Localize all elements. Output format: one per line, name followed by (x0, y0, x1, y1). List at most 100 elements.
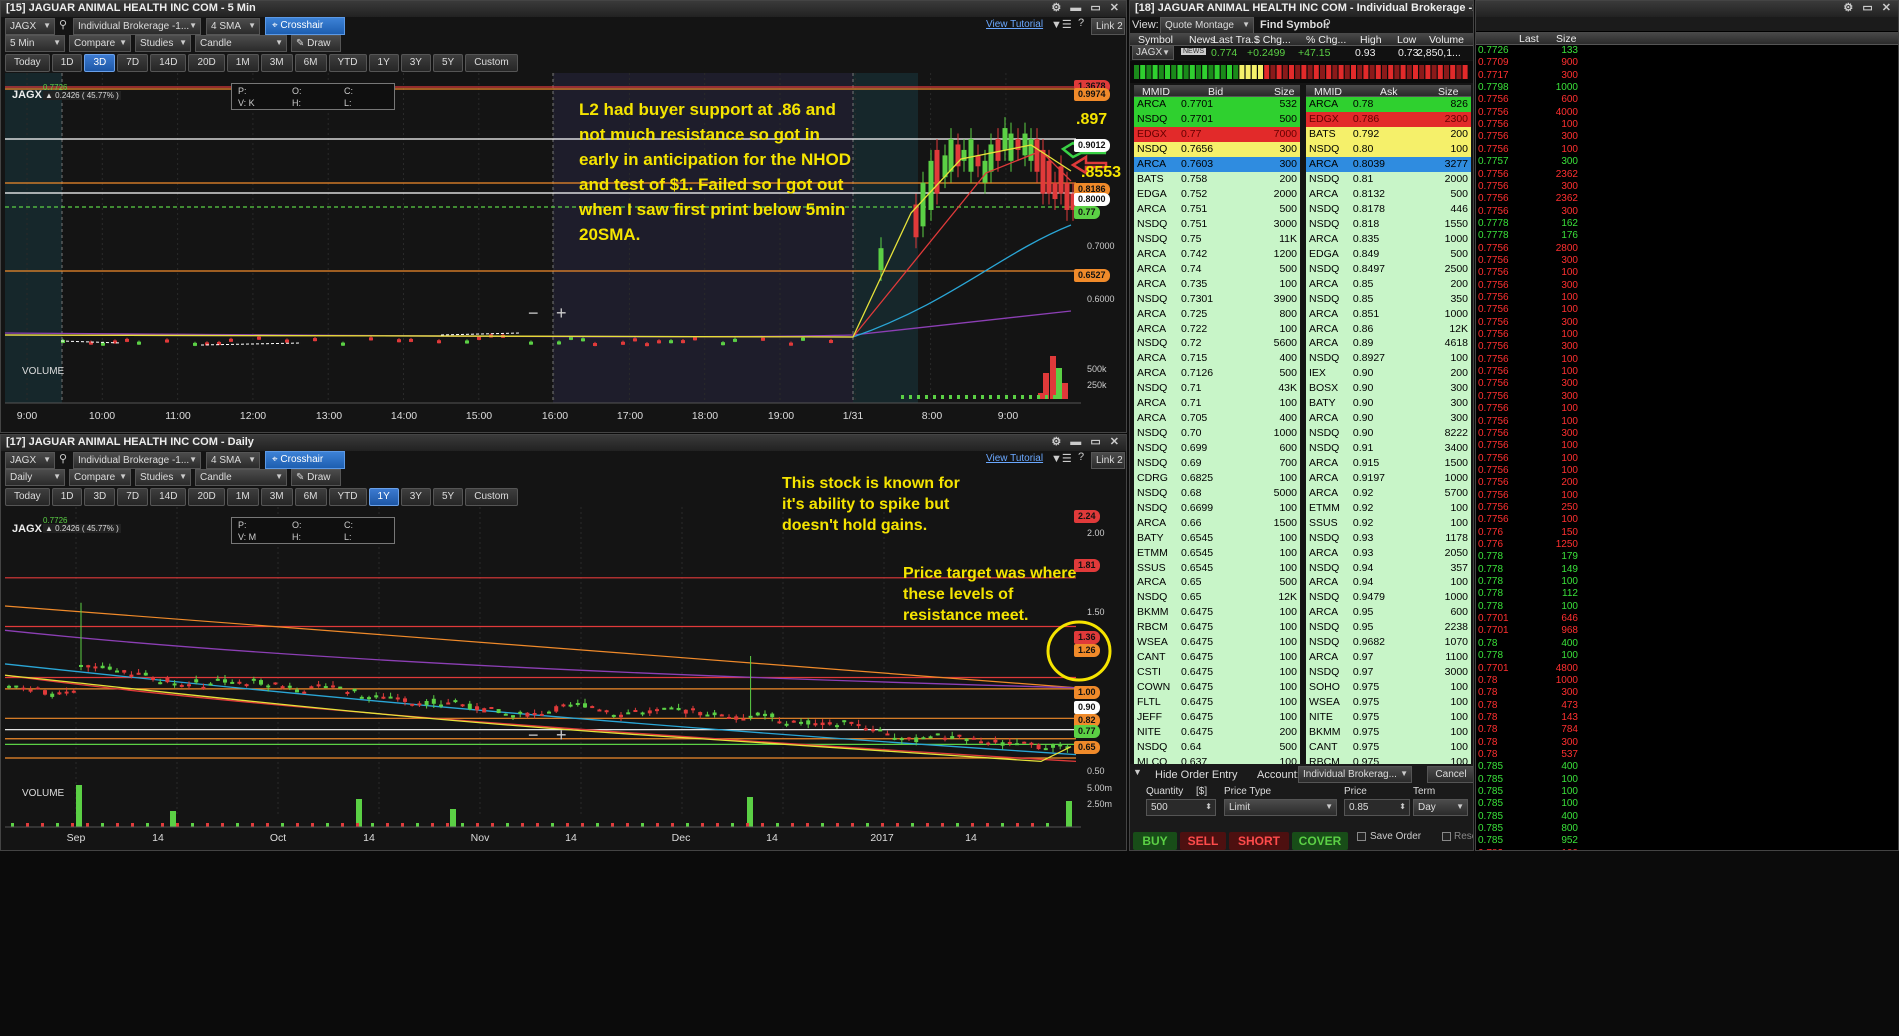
quote-level-row[interactable]: NSDQ 0.7301 3900 (1134, 291, 1300, 307)
range-3y[interactable]: 3Y (400, 54, 431, 72)
quote-col-header[interactable]: High (1360, 34, 1382, 46)
quote-level-row[interactable]: CANT 0.975 100 (1306, 739, 1471, 755)
quote-level-row[interactable]: CANT 0.6475 100 (1134, 649, 1300, 665)
quantity-input[interactable]: 500 ⬍ (1146, 799, 1216, 816)
zoom-in-button[interactable]: + (556, 303, 567, 324)
quote-level-row[interactable]: BOSX 0.90 300 (1306, 380, 1471, 396)
buy-button[interactable]: BUY (1133, 832, 1177, 850)
quote-level-row[interactable]: NSDQ 0.72 5600 (1134, 336, 1300, 351)
quote-level-row[interactable]: ARCA 0.715 400 (1134, 350, 1300, 366)
quote-level-row[interactable]: NSDQ 0.8178 446 (1306, 201, 1471, 217)
quote-col-header[interactable]: Low (1397, 34, 1416, 46)
quote-level-row[interactable]: NSDQ 0.7656 300 (1134, 141, 1300, 157)
range-today[interactable]: Today (5, 488, 50, 506)
quote-level-row[interactable]: NSDQ 0.91 3400 (1306, 440, 1471, 456)
crosshair-button[interactable]: ⌖ Crosshair (265, 451, 345, 469)
short-button[interactable]: SHORT (1229, 832, 1289, 850)
range-1y[interactable]: 1Y (368, 488, 399, 506)
quote-level-row[interactable]: ARCA 0.74 500 (1134, 261, 1300, 277)
chart-style-dropdown[interactable]: Candle ▼ (195, 35, 287, 52)
quote-level-row[interactable]: BATS 0.758 200 (1134, 171, 1300, 187)
dollar-toggle[interactable]: [$] (1196, 786, 1207, 797)
price-input[interactable]: 0.85 ⬍ (1344, 799, 1410, 816)
search-icon[interactable]: ⚲ (59, 18, 67, 31)
save-order-checkbox[interactable] (1357, 832, 1366, 841)
quote-level-row[interactable]: NSDQ 0.75 11K (1134, 231, 1300, 247)
quote-level-row[interactable]: ETMM 0.6545 100 (1134, 545, 1300, 561)
quote-level-row[interactable]: NSDQ 0.8497 2500 (1306, 261, 1471, 277)
quote-level-row[interactable]: ARCA 0.705 400 (1134, 410, 1300, 426)
window-controls[interactable]: ⚙ ▬ ▭ ✕ (1051, 1, 1122, 14)
zoom-in-button[interactable]: + (556, 725, 567, 746)
sell-button[interactable]: SELL (1180, 832, 1226, 850)
quote-level-row[interactable]: BKMM 0.975 100 (1306, 724, 1471, 740)
quote-level-row[interactable]: NITE 0.975 100 (1306, 709, 1471, 725)
symbol-dropdown[interactable]: JAGX ▼ (5, 18, 55, 35)
quote-col-header[interactable]: Volume (1429, 34, 1464, 46)
range-6m[interactable]: 6M (294, 54, 327, 72)
quote-level-row[interactable]: ARCA 0.66 1500 (1134, 515, 1300, 531)
reset-checkbox[interactable] (1442, 832, 1451, 841)
quote-level-row[interactable]: ARCA 0.97 1100 (1306, 649, 1471, 665)
symbol-dropdown[interactable]: JAGX ▼ (5, 452, 55, 469)
quote-col-header[interactable]: $ Chg... (1254, 34, 1291, 46)
price-chart-daily[interactable]: Sep 14 Oct 14 Nov 14 Dec 14 2017 142.001.500.505.… (1, 507, 1126, 851)
quote-level-row[interactable]: ARCA 0.725 800 (1134, 306, 1300, 322)
quote-level-row[interactable]: NSDQ 0.9479 1000 (1306, 589, 1471, 605)
quote-level-row[interactable]: NITE 0.6475 200 (1134, 724, 1300, 740)
crosshair-button[interactable]: ⌖ Crosshair (265, 17, 345, 35)
quote-level-row[interactable]: NSDQ 0.818 1550 (1306, 216, 1471, 232)
quote-col-header[interactable]: News (1189, 34, 1215, 46)
quote-level-row[interactable]: NSDQ 0.80 100 (1306, 141, 1471, 157)
quote-level-row[interactable]: ARCA 0.751 500 (1134, 201, 1300, 217)
menu-icon[interactable]: ▼☰ (1051, 452, 1072, 465)
quote-level-row[interactable]: EDGA 0.849 500 (1306, 246, 1471, 262)
quote-level-row[interactable]: IEX 0.90 200 (1306, 365, 1471, 381)
help-icon[interactable]: ? (1078, 451, 1084, 463)
range-7d[interactable]: 7D (117, 54, 149, 72)
quote-level-row[interactable]: WSEA 0.6475 100 (1134, 634, 1300, 650)
quote-level-row[interactable]: ARCA 0.9197 1000 (1306, 470, 1471, 486)
quote-level-row[interactable]: BATY 0.90 300 (1306, 395, 1471, 411)
quote-level-row[interactable]: SSUS 0.6545 100 (1134, 560, 1300, 575)
quote-level-row[interactable]: ARCA 0.735 100 (1134, 276, 1300, 292)
quote-level-row[interactable]: ARCA 0.7126 500 (1134, 365, 1300, 381)
cover-button[interactable]: COVER (1292, 832, 1348, 850)
range-14d[interactable]: 14D (150, 488, 187, 506)
range-20d[interactable]: 20D (188, 54, 225, 72)
studies-dropdown[interactable]: Studies ▼ (135, 469, 191, 486)
quote-level-row[interactable]: NSDQ 0.70 1000 (1134, 425, 1300, 441)
quote-level-row[interactable]: NSDQ 0.81 2000 (1306, 171, 1471, 187)
range-3m[interactable]: 3M (260, 54, 293, 72)
range-1d[interactable]: 1D (51, 488, 83, 506)
range-1y[interactable]: 1Y (368, 54, 399, 72)
range-custom[interactable]: Custom (465, 54, 518, 72)
zoom-out-button[interactable]: − (528, 303, 539, 324)
quote-level-row[interactable]: EDGX 0.77 7000 (1134, 126, 1300, 142)
quote-level-row[interactable]: NSDQ 0.90 8222 (1306, 425, 1471, 441)
quote-level-row[interactable]: NSDQ 0.97 3000 (1306, 664, 1471, 680)
range-7d[interactable]: 7D (117, 488, 149, 506)
quote-level-row[interactable]: ARCA 0.835 1000 (1306, 231, 1471, 247)
search-icon[interactable]: ⚲ (59, 452, 67, 465)
view-tutorial-link[interactable]: View Tutorial (986, 453, 1043, 464)
range-14d[interactable]: 14D (150, 54, 187, 72)
quote-level-row[interactable]: ARCA 0.93 2050 (1306, 545, 1471, 561)
interval-dropdown[interactable]: Daily ▼ (5, 469, 65, 486)
quote-level-row[interactable]: ARCA 0.95 600 (1306, 604, 1471, 620)
cancel-button[interactable]: Cancel (1427, 766, 1473, 783)
range-3y[interactable]: 3Y (400, 488, 431, 506)
quote-level-row[interactable]: ARCA 0.90 300 (1306, 410, 1471, 426)
range-today[interactable]: Today (5, 54, 50, 72)
news-icon[interactable]: NEWS (1181, 48, 1206, 55)
quote-level-row[interactable]: ARCA 0.8039 3277 (1306, 156, 1471, 172)
quote-level-row[interactable]: ARCA 0.8132 500 (1306, 186, 1471, 202)
quote-level-row[interactable]: EDGX 0.786 2300 (1306, 111, 1471, 127)
quote-level-row[interactable]: FLTL 0.6475 100 (1134, 694, 1300, 710)
range-20d[interactable]: 20D (188, 488, 225, 506)
quote-level-row[interactable]: NSDQ 0.64 500 (1134, 739, 1300, 755)
draw-button[interactable]: ✎ Draw (291, 35, 341, 52)
range-ytd[interactable]: YTD (328, 54, 367, 72)
compare-dropdown[interactable]: Compare ▼ (69, 35, 131, 52)
quote-level-row[interactable]: COWN 0.6475 100 (1134, 679, 1300, 695)
